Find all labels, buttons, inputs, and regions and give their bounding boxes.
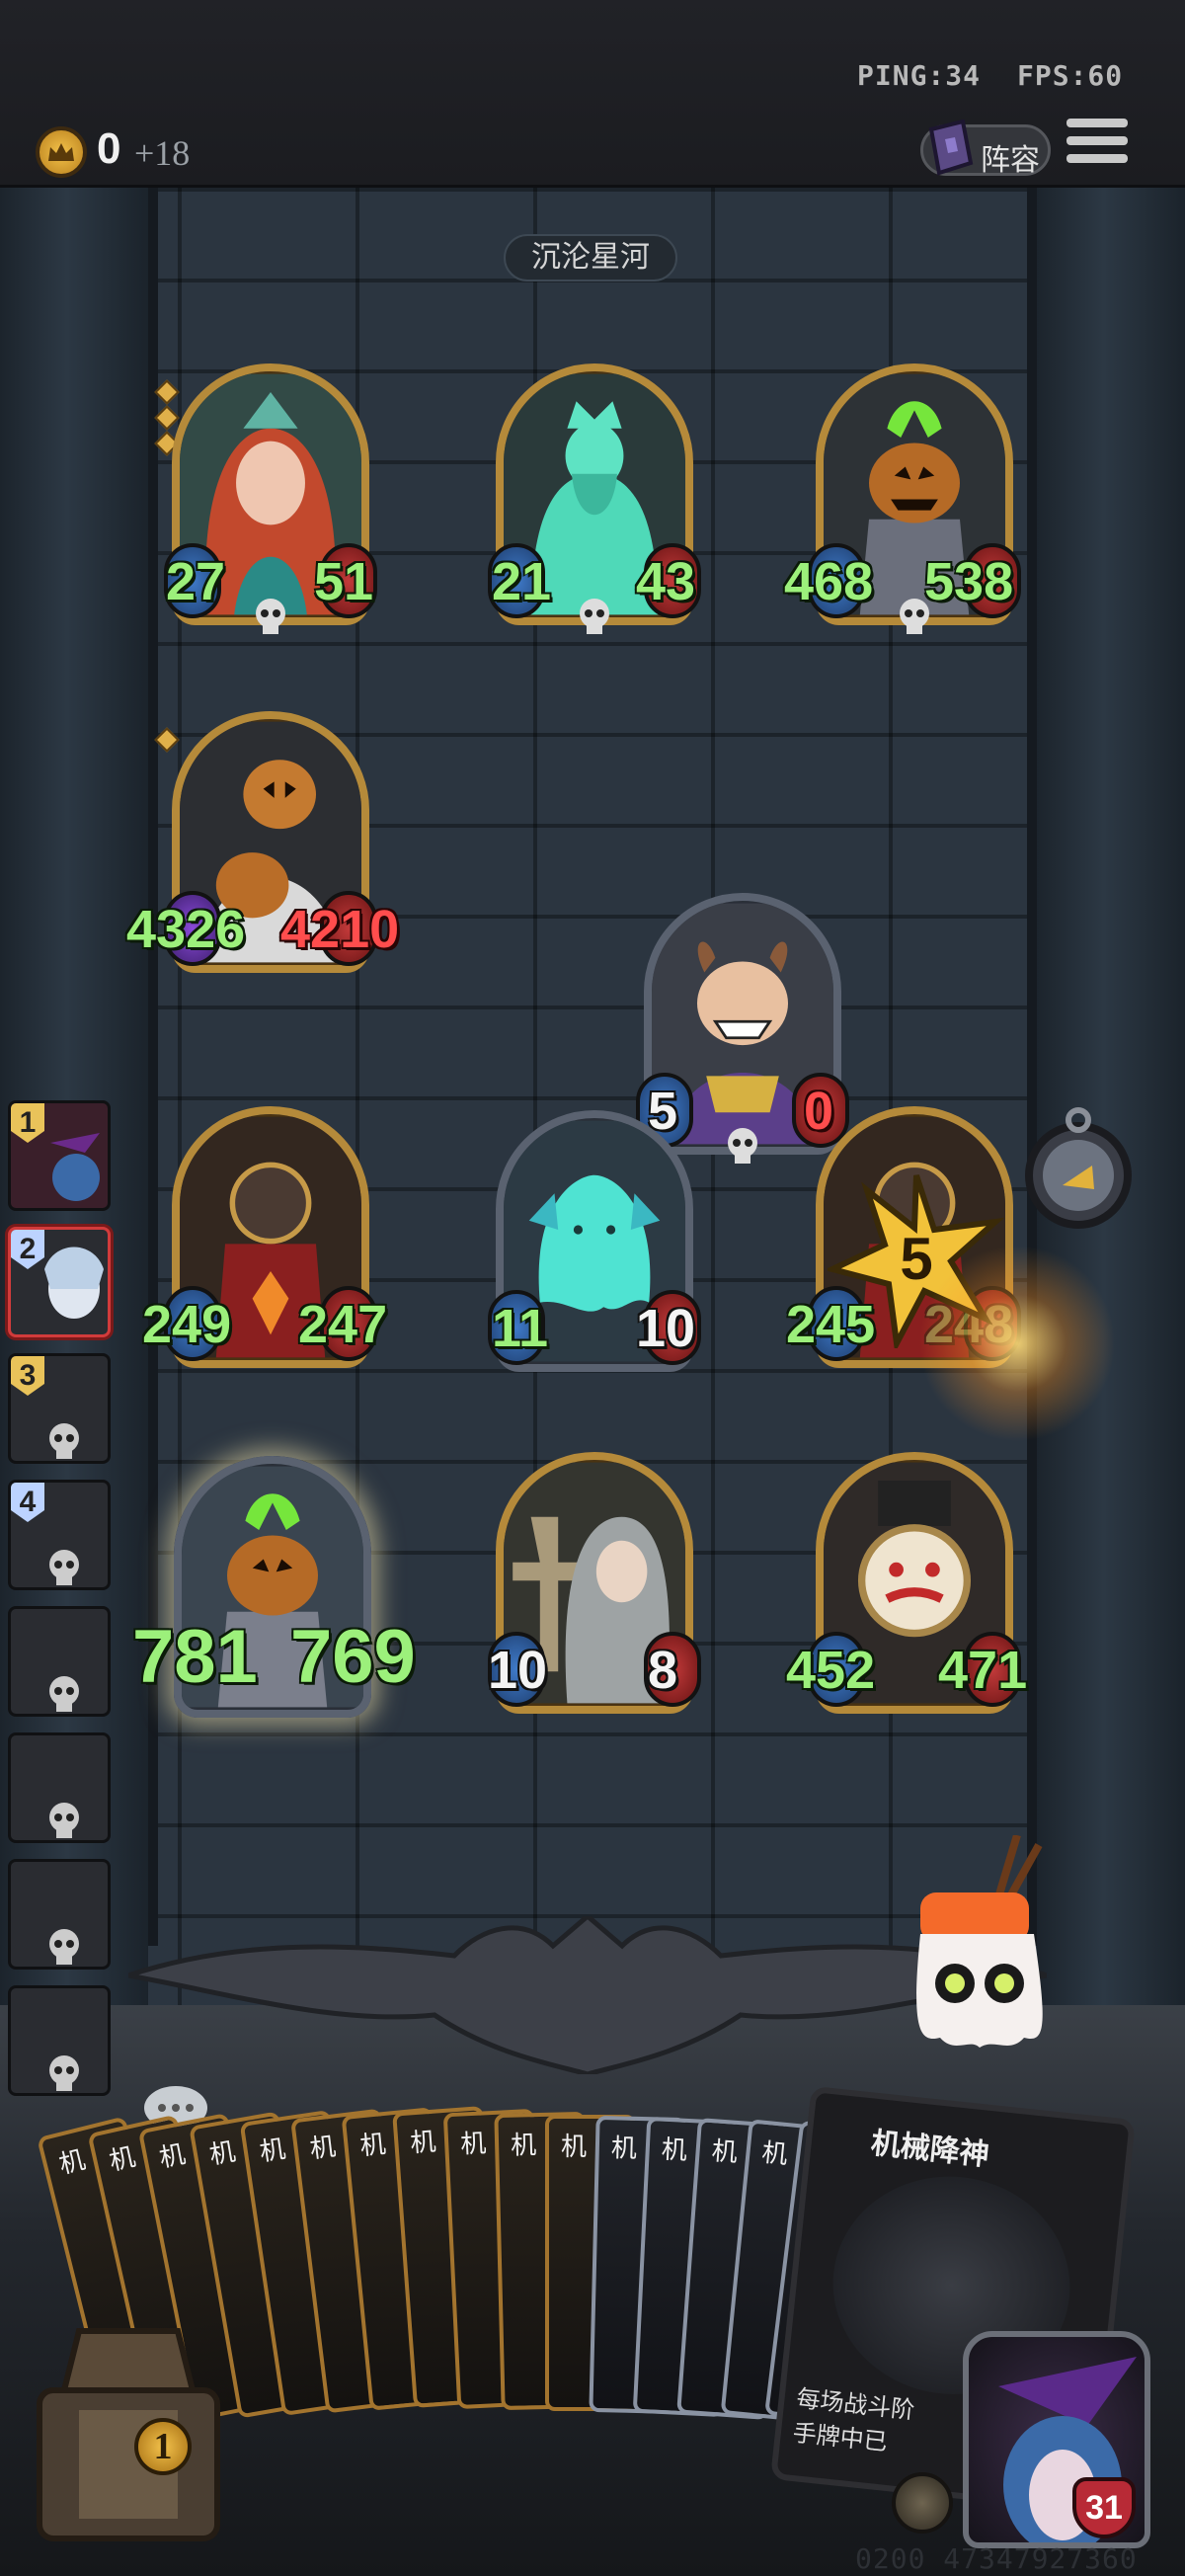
gold-coin-icon [36, 126, 87, 178]
minion-pumpkin-golem[interactable]: 468 538 [784, 363, 1021, 634]
minion-mermaid[interactable]: 27 51 [154, 363, 377, 634]
player-slot-8[interactable] [8, 1985, 111, 2096]
card-label: 机 [55, 2144, 89, 2181]
penguin-wizard-avatar [50, 1133, 100, 1201]
card-label: 机 [409, 2127, 437, 2159]
minion-health: 471 [938, 1641, 1028, 1700]
minion-mech-knight[interactable]: 249 247 [142, 1106, 387, 1373]
minion-health: 8 [648, 1641, 678, 1700]
menu-icon[interactable] [1066, 119, 1128, 178]
minion-health: 4210 [280, 900, 400, 959]
hero-health: 31 [1072, 2477, 1136, 2538]
minion-clockwork-gentleman[interactable]: 452 471 [786, 1452, 1027, 1719]
chest-count-badge: 1 [134, 2418, 192, 2475]
card-label: 机 [358, 2130, 388, 2162]
minion-pumpkin-reaper[interactable]: 4326 4210 [126, 711, 399, 978]
minion-health: 538 [924, 552, 1014, 611]
minion-health: 43 [636, 552, 696, 611]
minion-health: 51 [314, 552, 374, 611]
card-text: 每场战斗阶 手牌中已 [791, 2384, 916, 2456]
minion-health: 769 [290, 1615, 416, 1699]
minion-attack: 452 [786, 1641, 876, 1700]
skull-icon [49, 1803, 79, 1838]
skull-icon [49, 1929, 79, 1965]
rank-badge: 4 [11, 1483, 44, 1522]
rank-badge: 3 [11, 1356, 44, 1396]
card-label: 机 [760, 2137, 789, 2171]
card-title: 机械降神 [869, 2126, 991, 2173]
skull-icon [728, 1128, 757, 1164]
gold-value: 0 [97, 124, 121, 173]
player-slot-3[interactable]: 3 [8, 1353, 111, 1464]
card-label: 机 [156, 2139, 189, 2174]
gold-income: +18 [134, 133, 191, 173]
ping-readout: PING:34 [857, 59, 982, 92]
minion-attack: 468 [784, 552, 874, 611]
skull-icon [256, 599, 285, 634]
lineup-label: 阵容 [981, 143, 1040, 178]
pocket-watch-icon[interactable] [1013, 1106, 1142, 1235]
fps-readout: FPS:60 [1017, 59, 1124, 92]
skull-icon [580, 599, 609, 634]
book-icon [928, 120, 974, 176]
card-label: 机 [308, 2132, 338, 2165]
game-id: 0200 47347927360 [855, 2542, 1138, 2575]
skull-icon [49, 1423, 79, 1459]
elf-avatar [44, 1247, 104, 1319]
skull-icon [49, 1676, 79, 1712]
minion-nun[interactable]: 10 8 [488, 1452, 701, 1719]
minion-health: 247 [298, 1295, 388, 1354]
tier-pips [154, 727, 180, 757]
minion-attack: 10 [488, 1641, 548, 1700]
card-label: 机 [206, 2136, 238, 2171]
card-label: 机 [459, 2129, 488, 2160]
minion-attack: 21 [492, 552, 552, 611]
card-label: 机 [561, 2133, 588, 2162]
minion-attack: 27 [166, 552, 226, 611]
skull-icon [49, 1550, 79, 1585]
minion-attack: 249 [142, 1295, 232, 1354]
skull-icon [49, 2055, 79, 2091]
minion-jade-king[interactable]: 21 43 [488, 363, 701, 634]
player-slot-5[interactable] [8, 1606, 111, 1717]
sushi-ghost-pet[interactable] [901, 1835, 1059, 2054]
minion-attack: 11 [492, 1299, 549, 1358]
player-slot-6[interactable] [8, 1732, 111, 1843]
minion-health: 10 [636, 1299, 696, 1358]
torch-glow [918, 1245, 1116, 1442]
minion-pumpkin-golem-golden[interactable]: 781 769 [132, 1456, 416, 1723]
card-label: 机 [610, 2133, 638, 2164]
map-name-label: 沉沦星河 [504, 234, 677, 282]
rank-badge: 1 [11, 1103, 44, 1143]
card-label: 机 [510, 2131, 537, 2161]
player-list: 1 2 3 4 [0, 1096, 117, 2104]
card-label: 机 [710, 2136, 739, 2168]
card-label: 机 [258, 2133, 288, 2168]
treasure-chest-icon[interactable] [20, 2311, 237, 2558]
player-slot-4[interactable]: 4 [8, 1480, 111, 1590]
lineup-button[interactable]: 阵容 [920, 120, 1051, 178]
hero-power-button[interactable] [892, 2472, 953, 2534]
skull-icon [900, 599, 929, 634]
card-label: 机 [106, 2142, 138, 2178]
player-slot-2[interactable]: 2 [8, 1227, 111, 1337]
damage-value: 5 [900, 1226, 932, 1292]
card-label: 机 [661, 2134, 688, 2166]
player-slot-7[interactable] [8, 1859, 111, 1970]
minion-attack: 781 [132, 1615, 258, 1699]
minion-blue-slime[interactable]: 11 10 [488, 1110, 701, 1377]
minion-attack: 4326 [126, 900, 246, 959]
player-slot-1[interactable]: 1 [8, 1100, 111, 1211]
